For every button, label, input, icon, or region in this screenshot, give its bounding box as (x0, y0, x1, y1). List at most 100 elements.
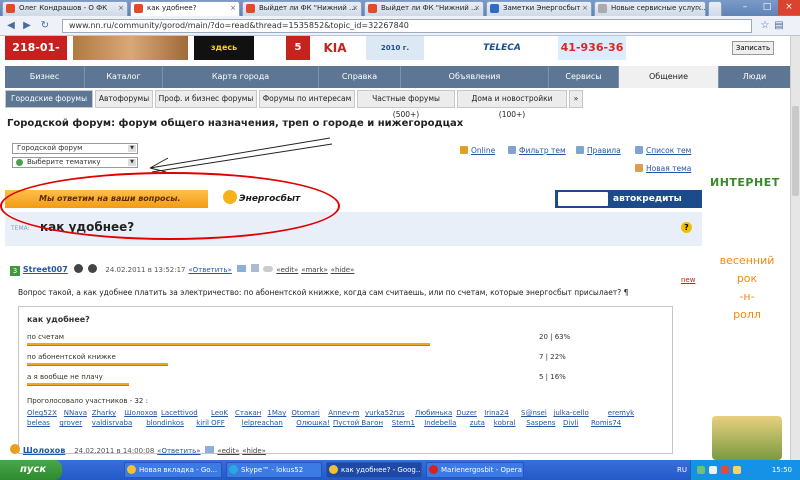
scrollbar-thumb[interactable] (792, 106, 799, 196)
voter-link[interactable]: Annev-m (328, 409, 359, 417)
zdes-ad[interactable]: здесь (194, 36, 254, 60)
close-icon[interactable]: × (474, 2, 480, 15)
nav-item-active[interactable]: Общение (619, 66, 719, 88)
edit-link[interactable]: «edit» (217, 447, 239, 455)
close-icon[interactable]: × (352, 2, 358, 15)
phone-ad[interactable]: 41-936-36 (558, 36, 626, 60)
browser-tab[interactable]: Выйдет ли ФК "Нижний ... × (242, 1, 362, 16)
subnav-item-active[interactable]: Городские форумы (5, 90, 93, 108)
subnav-item[interactable]: Дома и новостройки (100+) (457, 90, 567, 119)
taskbar-item-active[interactable]: как удобнее? - Goog... (326, 462, 422, 478)
voter-link[interactable]: Стакан (235, 409, 261, 417)
nav-item[interactable]: Сервисы (549, 66, 619, 88)
voter-link[interactable]: S@nsei (521, 409, 547, 417)
online-link[interactable]: Online (460, 146, 495, 155)
subscribe-button[interactable]: Записать (732, 41, 774, 55)
bookmark-star-icon[interactable]: ☆ (758, 19, 772, 33)
close-icon[interactable]: × (696, 2, 702, 15)
autocredit-ad[interactable]: автокредиты (555, 190, 702, 208)
vertical-scrollbar[interactable] (790, 36, 800, 460)
kia-logo[interactable]: KIA (316, 36, 354, 60)
year-ad[interactable]: 2010 г. (366, 36, 424, 60)
nav-item[interactable]: Бизнес (5, 66, 85, 88)
language-indicator[interactable]: RU (677, 460, 687, 480)
browser-tab-active[interactable]: как удобнее? × (130, 1, 240, 16)
browser-tab[interactable]: Заметки Энергосбыт × (486, 1, 592, 16)
voter-link[interactable]: kobral (494, 419, 516, 427)
nav-item[interactable]: Каталог (85, 66, 163, 88)
page-menu-icon[interactable]: ▤ (772, 19, 786, 33)
voter-link[interactable]: valdisrvaba (92, 419, 132, 427)
voter-link[interactable]: grover (59, 419, 82, 427)
nav-item[interactable]: Карта города (163, 66, 319, 88)
reload-icon[interactable]: ↻ (38, 19, 52, 33)
close-icon[interactable]: × (118, 2, 124, 15)
minimize-icon[interactable]: – (734, 0, 756, 15)
voter-link[interactable]: Zharky (92, 409, 116, 417)
reply-link[interactable]: «Ответить» (188, 266, 231, 274)
taskbar-item[interactable]: Новая вкладка - Go... (124, 462, 222, 478)
post2-author[interactable]: Шолохов (23, 446, 65, 455)
voter-link[interactable]: Любинька (415, 409, 452, 417)
close-icon[interactable]: × (230, 2, 236, 15)
subnav-item[interactable]: Проф. и бизнес форумы (155, 90, 257, 108)
voter-link[interactable]: Saspens (526, 419, 555, 427)
voter-link[interactable]: NNava (64, 409, 87, 417)
new-badge[interactable]: new (681, 276, 695, 284)
avatar-icon[interactable] (73, 264, 83, 273)
tray-icon[interactable] (697, 466, 705, 474)
voter-link[interactable]: blondinkos (146, 419, 184, 427)
voter-link[interactable]: Divli (563, 419, 578, 427)
browser-tab[interactable]: Олег Кондрашов - О ФК × (2, 1, 128, 16)
nav-item[interactable]: Люди (719, 66, 790, 88)
teleca-ad[interactable]: TELECA (470, 36, 534, 60)
five-ad[interactable]: 5 (286, 36, 310, 60)
taskbar-item[interactable]: Marienergosbit - Opera (426, 462, 524, 478)
mail-icon[interactable] (236, 265, 246, 272)
tray-icon[interactable] (721, 466, 729, 474)
back-icon[interactable]: ◀ (4, 19, 18, 33)
edit-link[interactable]: «edit» (276, 266, 298, 274)
date-ad[interactable]: 218-01-18 (5, 36, 67, 78)
side-ad[interactable]: ИНТЕРНЕТ весенний рок -н- ролл (708, 172, 788, 352)
voter-link[interactable]: Romis74 (591, 419, 621, 427)
voter-link[interactable]: Stern1 (392, 419, 415, 427)
theme-select[interactable]: Выберите тематику ▼ (12, 157, 138, 168)
voter-link[interactable]: Lacettivod (161, 409, 198, 417)
new-topic-link[interactable]: Новая тема (635, 164, 691, 173)
hide-link[interactable]: «hide» (331, 266, 355, 274)
subnav-more-icon[interactable]: » (569, 90, 583, 108)
taskbar-item[interactable]: Skype™ - lokus52 (226, 462, 322, 478)
nav-item[interactable]: Объявления (401, 66, 549, 88)
voter-link[interactable]: yurka52rus (365, 409, 405, 417)
voter-link[interactable]: Duzer (456, 409, 477, 417)
voter-link[interactable]: Oleg52X (27, 409, 57, 417)
subnav-item[interactable]: Форумы по интересам (259, 90, 355, 108)
tray-icon[interactable] (733, 466, 741, 474)
browser-tab[interactable]: Выйдет ли ФК "Нижний ... × (364, 1, 484, 16)
nav-item[interactable]: Справка (319, 66, 401, 88)
voter-link[interactable]: eremyk (608, 409, 634, 417)
close-window-icon[interactable]: × (778, 0, 800, 15)
close-icon[interactable]: × (582, 2, 588, 15)
kids-ad-image[interactable] (712, 416, 782, 460)
browser-tab[interactable]: Новые сервисные услуг... × (594, 1, 706, 16)
voter-link[interactable]: julka-cello (553, 409, 588, 417)
eye-icon[interactable] (263, 266, 274, 272)
new-tab-button[interactable] (708, 1, 722, 16)
post-author[interactable]: Street007 (23, 265, 68, 274)
voter-link[interactable]: LeoK (211, 409, 228, 417)
forward-icon[interactable]: ▶ (20, 19, 34, 33)
voter-link[interactable]: Шолохов (124, 409, 157, 417)
address-bar[interactable]: www.nn.ru/community/gorod/main/?do=read&… (62, 19, 752, 33)
quote-icon[interactable] (250, 264, 259, 272)
topic-list-link[interactable]: Список тем (635, 146, 691, 155)
voter-link[interactable]: zuta (470, 419, 485, 427)
voter-link[interactable]: Otomari (291, 409, 319, 417)
voter-link[interactable]: Indebella (424, 419, 456, 427)
help-icon[interactable]: ? (681, 222, 692, 233)
reply-link[interactable]: «Ответить» (157, 447, 200, 455)
tray-icon[interactable] (709, 466, 717, 474)
rules-link[interactable]: Правила (576, 146, 621, 155)
hide-link[interactable]: «hide» (242, 447, 266, 455)
